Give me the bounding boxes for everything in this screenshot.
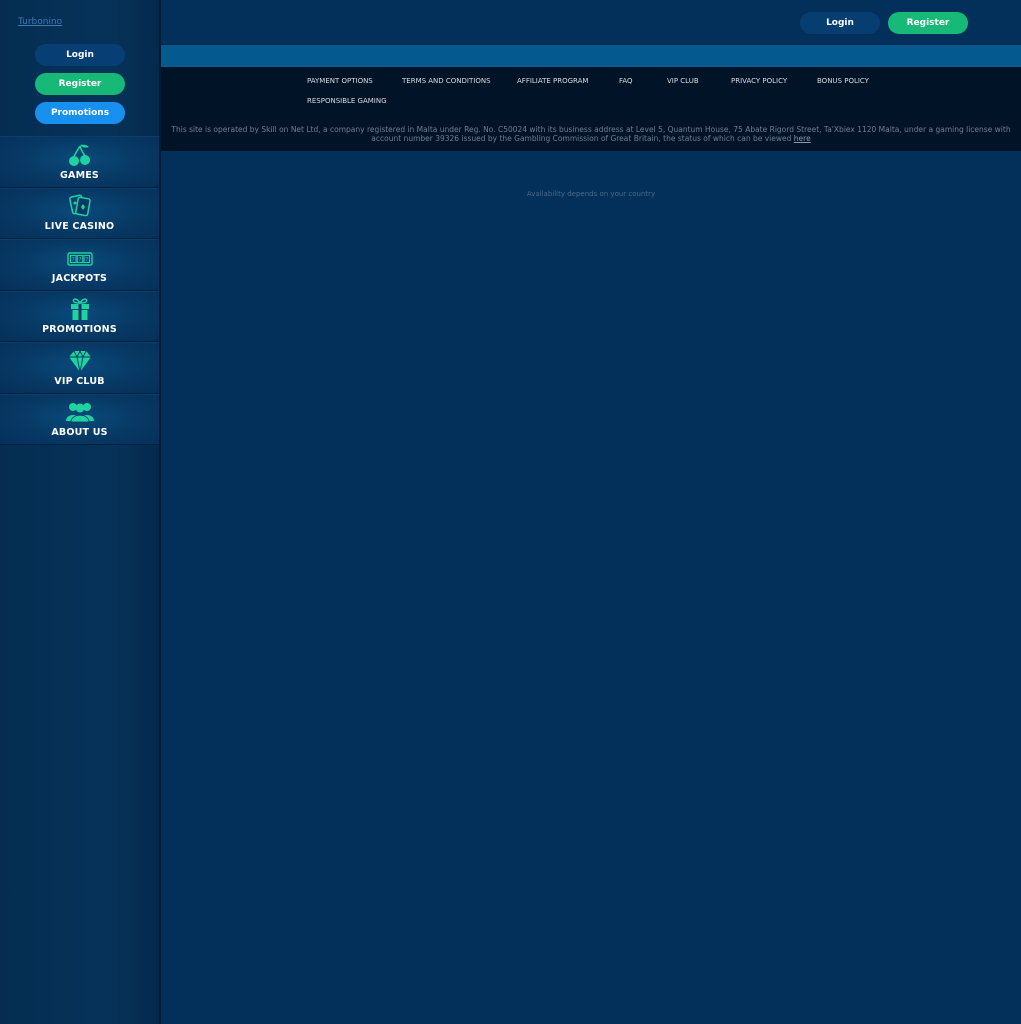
footer-link-responsible-gaming[interactable]: RESPONSIBLE GAMING xyxy=(307,97,387,105)
svg-text:7: 7 xyxy=(78,257,81,263)
sidebar-login-button[interactable]: Login xyxy=(35,44,125,66)
sidebar-item-games[interactable]: GAMES xyxy=(0,136,159,188)
legal-text: This site is operated by Skill on Net Lt… xyxy=(171,125,1011,143)
footer-link-terms[interactable]: TERMS AND CONDITIONS xyxy=(402,77,491,85)
sidebar-item-promotions[interactable]: PROMOTIONS xyxy=(0,290,159,342)
sidebar-item-label: JACKPOTS xyxy=(51,272,108,284)
svg-text:7: 7 xyxy=(85,257,88,263)
sidebar-promotions-button[interactable]: Promotions xyxy=(35,102,125,124)
footer-link-vip-club[interactable]: VIP CLUB xyxy=(667,77,699,85)
sidebar-item-live-casino[interactable]: LIVE CASINO xyxy=(0,187,159,239)
footer-panel: PAYMENT OPTIONS TERMS AND CONDITIONS AFF… xyxy=(161,67,1021,151)
sidebar-register-button[interactable]: Register xyxy=(35,73,125,95)
availability-note: Availability depends on your country xyxy=(526,190,656,198)
gift-icon xyxy=(70,298,89,320)
users-icon xyxy=(65,403,94,423)
sidebar-item-vip-club[interactable]: VIP CLUB xyxy=(0,342,159,394)
header-register-button[interactable]: Register xyxy=(888,12,968,34)
header: Login Register xyxy=(161,0,1021,45)
footer-link-faq[interactable]: FAQ xyxy=(619,77,633,85)
slot-machine-icon: 7 7 7 xyxy=(66,251,93,266)
footer-link-affiliate[interactable]: AFFILIATE PROGRAM xyxy=(517,77,588,85)
sidebar-item-label: GAMES xyxy=(60,169,99,181)
footer-link-privacy[interactable]: PRIVACY POLICY xyxy=(731,77,787,85)
footer-link-bonus-policy[interactable]: BONUS POLICY xyxy=(817,77,869,85)
playing-cards-icon xyxy=(68,194,91,217)
legal-here-link[interactable]: here xyxy=(794,134,811,143)
sidebar-item-label: VIP CLUB xyxy=(54,375,105,387)
diamond-icon xyxy=(68,350,91,372)
sidebar-nav: GAMES LIVE CASINO 7 7 7 JACKPOTS PROMOTI… xyxy=(0,136,159,445)
header-login-button[interactable]: Login xyxy=(800,12,880,34)
svg-text:7: 7 xyxy=(71,257,74,263)
footer-link-payment-options[interactable]: PAYMENT OPTIONS xyxy=(307,77,373,85)
logo-link[interactable]: Turbonino xyxy=(18,17,62,27)
sidebar-item-about-us[interactable]: ABOUT US xyxy=(0,393,159,445)
sidebar-item-label: PROMOTIONS xyxy=(42,324,117,335)
sub-navigation-bar xyxy=(161,45,1021,67)
sidebar-item-label: LIVE CASINO xyxy=(44,221,115,232)
legal-notice: This site is operated by Skill on Net Lt… xyxy=(171,125,1011,143)
sidebar: Turbonino Login Register Promotions GAME… xyxy=(0,0,161,1024)
sidebar-item-jackpots[interactable]: 7 7 7 JACKPOTS xyxy=(0,239,159,291)
cherry-icon xyxy=(68,144,90,166)
sidebar-item-label: ABOUT US xyxy=(51,427,108,438)
